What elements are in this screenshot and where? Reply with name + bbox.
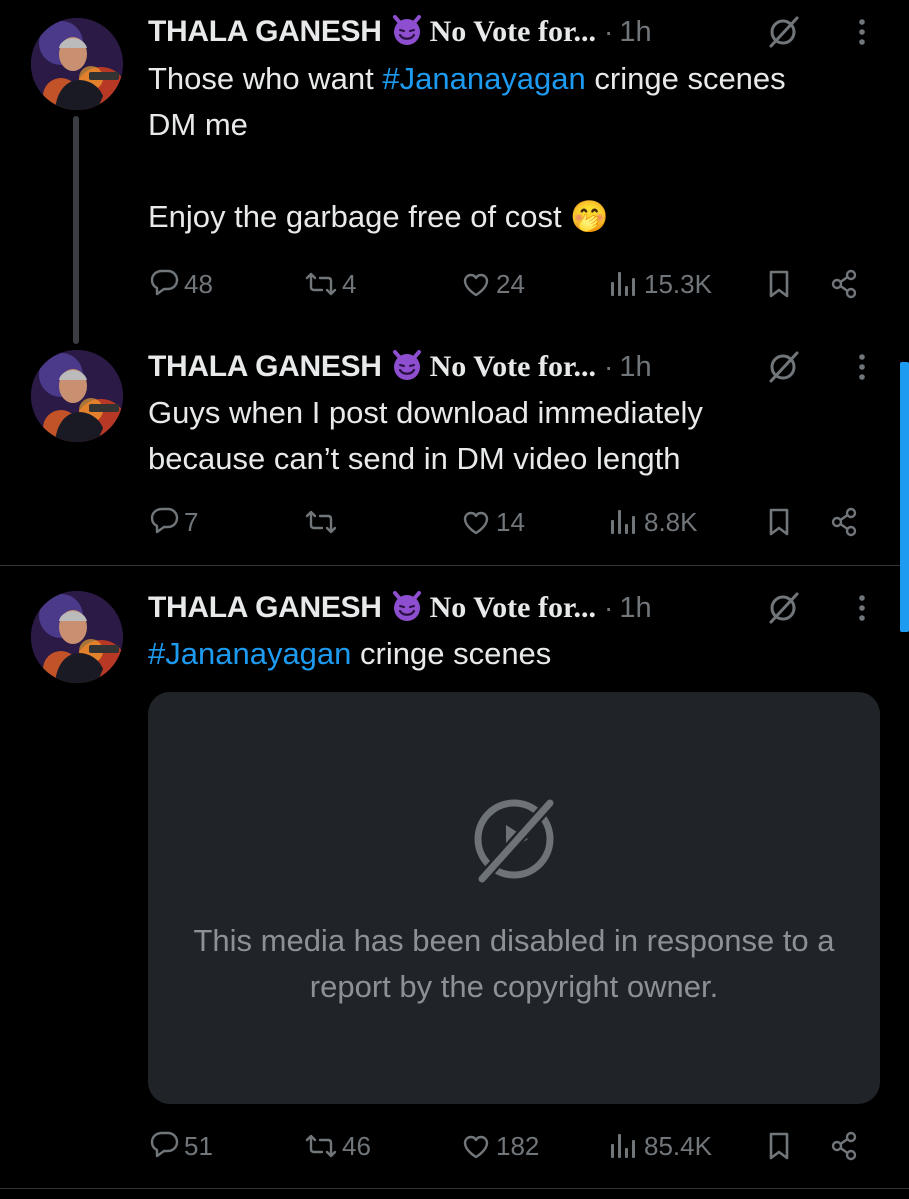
bookmark-button[interactable] bbox=[764, 1124, 794, 1168]
share-button[interactable] bbox=[828, 262, 860, 306]
share-icon bbox=[831, 507, 857, 537]
more-icon[interactable] bbox=[850, 14, 874, 50]
views-button[interactable]: 15.3K bbox=[608, 262, 712, 306]
views-button[interactable]: 85.4K bbox=[608, 1124, 712, 1168]
media-disabled-icon bbox=[474, 796, 557, 883]
reply-button[interactable]: 51 bbox=[148, 1124, 213, 1168]
more-icon[interactable] bbox=[850, 590, 874, 626]
smiling-devil-icon bbox=[390, 589, 424, 627]
timestamp[interactable]: 1h bbox=[619, 351, 651, 384]
bookmark-icon bbox=[769, 1132, 789, 1160]
reply-count: 7 bbox=[184, 506, 199, 537]
bookmark-button[interactable] bbox=[764, 262, 794, 306]
like-icon bbox=[463, 273, 489, 297]
like-button[interactable]: 14 bbox=[460, 500, 525, 544]
repost-button[interactable]: 4 bbox=[304, 262, 356, 306]
avatar[interactable] bbox=[31, 591, 123, 683]
scrollbar[interactable] bbox=[900, 362, 909, 632]
timestamp[interactable]: 1h bbox=[619, 592, 651, 625]
share-button[interactable] bbox=[828, 1124, 860, 1168]
like-count: 14 bbox=[496, 506, 525, 537]
action-bar: 48 4 24 15.3K bbox=[0, 262, 909, 306]
hashtag-link[interactable]: #Jananayagan bbox=[148, 636, 351, 671]
timestamp[interactable]: 1h bbox=[619, 16, 651, 49]
separator-dot: · bbox=[604, 351, 614, 382]
grok-icon[interactable] bbox=[765, 14, 801, 50]
bookmark-button[interactable] bbox=[764, 500, 794, 544]
author-suffix[interactable]: No Vote for... bbox=[430, 350, 596, 384]
like-icon bbox=[463, 1135, 489, 1159]
share-icon bbox=[831, 269, 857, 299]
like-count: 24 bbox=[496, 268, 525, 299]
views-count: 8.8K bbox=[644, 506, 698, 537]
media-disabled-card[interactable]: This media has been disabled in response… bbox=[148, 692, 880, 1104]
author-suffix[interactable]: No Vote for... bbox=[430, 591, 596, 625]
reply-button[interactable]: 48 bbox=[148, 262, 213, 306]
tweet-header: THALA GANESH No Vote for... · 1h bbox=[148, 588, 818, 628]
tweet-text-post: cringe scenes bbox=[351, 636, 552, 671]
tweet-text: Guys when I post download immediately be… bbox=[148, 395, 703, 476]
bookmark-icon bbox=[769, 270, 789, 298]
separator-dot: · bbox=[604, 592, 614, 623]
hashtag-link[interactable]: #Jananayagan bbox=[382, 61, 585, 96]
separator-dot: · bbox=[604, 16, 614, 47]
like-icon bbox=[463, 511, 489, 535]
views-icon bbox=[611, 272, 635, 296]
like-count: 182 bbox=[496, 1130, 540, 1161]
avatar[interactable] bbox=[31, 18, 123, 110]
views-icon bbox=[611, 1134, 635, 1158]
tweet-text: Those who want #Jananayagan cringe scene… bbox=[148, 56, 838, 240]
repost-icon bbox=[305, 1134, 337, 1158]
author-suffix[interactable]: No Vote for... bbox=[430, 15, 596, 49]
tweet-text: #Jananayagan cringe scenes bbox=[148, 631, 838, 677]
tweet-text-pre: Those who want bbox=[148, 61, 383, 96]
repost-count: 46 bbox=[342, 1130, 371, 1161]
media-disabled-message: This media has been disabled in response… bbox=[193, 923, 835, 1004]
action-bar: 51 46 182 85.4K bbox=[0, 1124, 909, 1168]
tweet-divider bbox=[0, 1188, 909, 1189]
reply-icon bbox=[150, 269, 179, 296]
tweet-header: THALA GANESH No Vote for... · 1h bbox=[148, 347, 818, 387]
thread-connector bbox=[73, 116, 79, 344]
reply-button[interactable]: 7 bbox=[148, 500, 198, 544]
avatar[interactable] bbox=[31, 350, 123, 442]
grok-icon[interactable] bbox=[765, 349, 801, 385]
repost-icon bbox=[305, 510, 337, 534]
reply-count: 51 bbox=[184, 1130, 213, 1161]
tweet-header: THALA GANESH No Vote for... · 1h bbox=[148, 12, 818, 52]
more-icon[interactable] bbox=[850, 349, 874, 385]
author-name[interactable]: THALA GANESH bbox=[148, 350, 382, 384]
views-icon bbox=[611, 510, 635, 534]
bookmark-icon bbox=[769, 508, 789, 536]
smiling-devil-icon bbox=[390, 348, 424, 386]
reply-icon bbox=[150, 1131, 179, 1158]
repost-button[interactable] bbox=[304, 500, 342, 544]
like-button[interactable]: 24 bbox=[460, 262, 525, 306]
action-bar: 7 14 8.8K bbox=[0, 500, 909, 544]
share-button[interactable] bbox=[828, 500, 860, 544]
repost-button[interactable]: 46 bbox=[304, 1124, 371, 1168]
repost-icon bbox=[305, 272, 337, 296]
views-button[interactable]: 8.8K bbox=[608, 500, 698, 544]
reply-icon bbox=[150, 507, 179, 534]
tweet-divider bbox=[0, 565, 909, 566]
tweet-text-line2: Enjoy the garbage free of cost 🤭 bbox=[148, 199, 609, 234]
smiling-devil-icon bbox=[390, 13, 424, 51]
views-count: 85.4K bbox=[644, 1130, 712, 1161]
like-button[interactable]: 182 bbox=[460, 1124, 539, 1168]
grok-icon[interactable] bbox=[765, 590, 801, 626]
author-name[interactable]: THALA GANESH bbox=[148, 15, 382, 49]
views-count: 15.3K bbox=[644, 268, 712, 299]
share-icon bbox=[831, 1131, 857, 1161]
reply-count: 48 bbox=[184, 268, 213, 299]
author-name[interactable]: THALA GANESH bbox=[148, 591, 382, 625]
repost-count: 4 bbox=[342, 268, 357, 299]
